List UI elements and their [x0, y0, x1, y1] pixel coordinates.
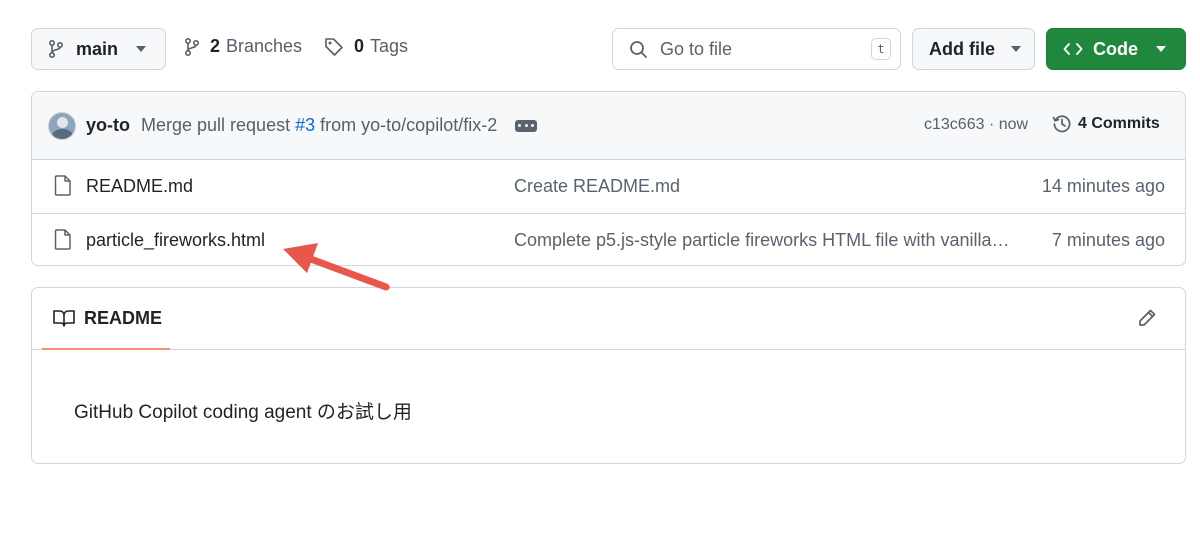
readme-content: GitHub Copilot coding agent のお試し用 [74, 402, 412, 423]
search-placeholder: Go to file [660, 38, 733, 59]
file-icon [54, 175, 71, 196]
file-name[interactable]: particle_fireworks.html [86, 230, 265, 251]
readme-header: README [32, 288, 1185, 350]
chevron-down-icon [136, 46, 147, 52]
annotation-arrow-icon [283, 243, 390, 291]
book-icon [53, 310, 75, 327]
add-file-button[interactable]: Add file [912, 28, 1035, 70]
history-icon [1052, 115, 1071, 133]
commit-message-suffix: from yo-to/copilot/fix-2 [320, 115, 498, 135]
chevron-down-icon [1156, 46, 1166, 52]
chevron-down-icon [1011, 46, 1021, 52]
file-commit-message[interactable]: Create README.md [514, 176, 1014, 197]
pencil-icon[interactable] [1137, 308, 1157, 328]
branch-selector-button[interactable]: main [31, 28, 166, 70]
tags-link[interactable]: 0 Tags [324, 36, 408, 57]
code-button[interactable]: Code [1046, 28, 1186, 70]
tags-label: Tags [370, 36, 409, 56]
file-commit-time: 14 minutes ago [1041, 176, 1165, 196]
tags-count: 0 [354, 36, 365, 56]
tab-readme[interactable]: README [42, 288, 170, 350]
commit-message[interactable]: Merge pull request #3 from yo-to/copilot… [141, 115, 497, 136]
file-commit-time: 7 minutes ago [1051, 229, 1165, 250]
commits-history-link[interactable]: 4 Commits [1052, 114, 1160, 134]
latest-commit-row: yo-to Merge pull request #3 from yo-to/c… [32, 92, 1185, 160]
readme-tab-label: README [84, 307, 163, 328]
file-list: yo-to Merge pull request #3 from yo-to/c… [31, 91, 1186, 266]
file-commit-message[interactable]: Complete p5.js-style particle fireworks … [514, 230, 1014, 251]
avatar[interactable] [48, 111, 76, 140]
branches-count: 2 [210, 36, 221, 56]
add-file-label: Add file [929, 38, 995, 59]
branch-name: main [76, 38, 119, 59]
file-row[interactable]: particle_fireworks.html Complete p5.js-s… [32, 213, 1185, 265]
go-to-file-input[interactable]: Go to file t [612, 28, 901, 70]
code-icon [1063, 43, 1083, 55]
commit-sha-time[interactable]: c13c663 · now [924, 116, 1028, 134]
file-name[interactable]: README.md [86, 176, 193, 197]
branches-label: Branches [226, 36, 303, 56]
tag-icon [325, 37, 343, 56]
git-branch-icon [185, 37, 200, 56]
expand-commit-message-button[interactable] [515, 119, 538, 132]
keyboard-shortcut-hint: t [871, 38, 891, 60]
commit-message-prefix: Merge pull request [141, 115, 291, 135]
search-icon [630, 40, 647, 58]
file-icon [54, 229, 71, 250]
git-branch-icon [49, 40, 64, 58]
commit-author[interactable]: yo-to [86, 115, 130, 136]
code-label: Code [1093, 38, 1138, 59]
branches-link[interactable]: 2 Branches [184, 36, 302, 57]
pull-request-link[interactable]: #3 [295, 115, 315, 135]
readme-panel: README GitHub Copilot coding agent のお試し用 [31, 287, 1186, 464]
file-row[interactable]: README.md Create README.md 14 minutes ag… [32, 160, 1185, 213]
commits-count: 4 Commits [1078, 115, 1160, 132]
